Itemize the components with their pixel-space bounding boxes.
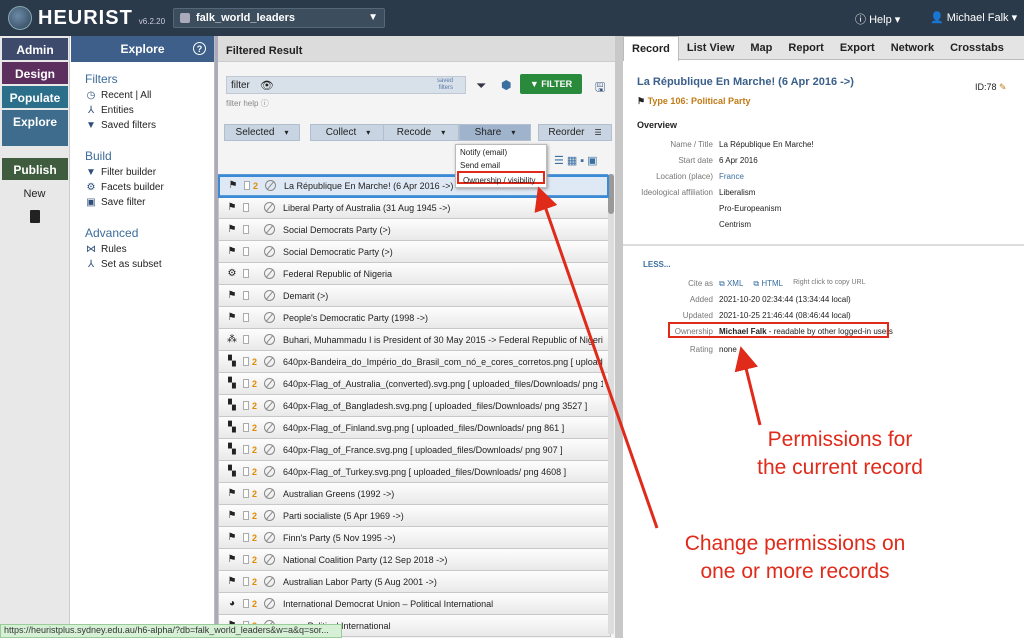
arrow-to-ownership-menu <box>534 186 659 529</box>
annotation-arrows <box>534 186 762 529</box>
arrow-to-ownership <box>734 346 762 426</box>
